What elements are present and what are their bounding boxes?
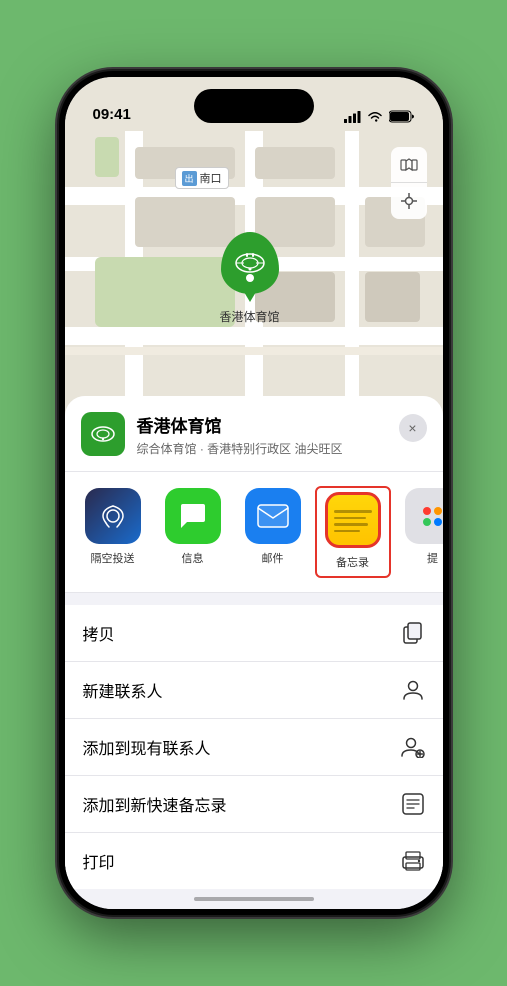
color-dots (423, 507, 442, 526)
venue-name: 香港体育馆 (137, 412, 387, 437)
location-name: 南口 (200, 170, 222, 186)
airdrop-label: 隔空投送 (91, 550, 135, 566)
phone-screen: 09:41 (65, 77, 443, 909)
share-item-notes[interactable]: 备忘录 (317, 488, 389, 576)
pin-dot (246, 274, 254, 282)
venue-pin[interactable]: 香港体育馆 (220, 232, 280, 325)
message-icon-bg (165, 488, 221, 544)
venue-info: 香港体育馆 综合体育馆 · 香港特别行政区 油尖旺区 (137, 412, 387, 457)
notes-lines (328, 502, 378, 538)
print-label: 打印 (83, 849, 115, 873)
quick-note-icon (401, 792, 425, 816)
venue-pin-label: 香港体育馆 (220, 308, 280, 325)
notes-label: 备忘录 (336, 554, 369, 570)
notes-line-1 (334, 510, 372, 513)
venue-header: 香港体育馆 综合体育馆 · 香港特别行政区 油尖旺区 × (65, 396, 443, 472)
notes-line-4 (334, 530, 361, 533)
copy-icon (401, 621, 425, 645)
quick-note-label: 添加到新快速备忘录 (83, 792, 227, 816)
action-list: 拷贝 新建联系人 (65, 605, 443, 889)
share-item-mail[interactable]: 邮件 (237, 488, 309, 576)
mail-icon-bg (245, 488, 301, 544)
location-button[interactable] (391, 183, 427, 219)
pin-icon-bg (221, 232, 279, 294)
person-add-icon (401, 735, 425, 759)
venue-logo (81, 412, 125, 456)
map-controls (391, 147, 427, 219)
action-add-existing[interactable]: 添加到现有联系人 (65, 719, 443, 776)
action-new-contact[interactable]: 新建联系人 (65, 662, 443, 719)
more-label: 提 (427, 550, 438, 566)
venue-description: 综合体育馆 · 香港特别行政区 油尖旺区 (137, 440, 387, 457)
action-quick-note[interactable]: 添加到新快速备忘录 (65, 776, 443, 833)
location-badge: 出 (182, 171, 197, 186)
action-copy[interactable]: 拷贝 (65, 605, 443, 662)
notes-line-3 (334, 523, 368, 526)
mail-label: 邮件 (262, 550, 284, 566)
location-label: 出 南口 (175, 167, 229, 189)
print-icon (401, 849, 425, 873)
map-type-button[interactable] (391, 147, 427, 183)
person-icon (401, 678, 425, 702)
new-contact-label: 新建联系人 (83, 678, 163, 702)
notes-icon-bg (325, 492, 381, 548)
dynamic-island (194, 89, 314, 123)
share-item-more[interactable]: 提 (397, 488, 443, 576)
message-label: 信息 (182, 550, 204, 566)
wifi-icon (367, 111, 383, 123)
notes-line-2 (334, 517, 366, 520)
status-time: 09:41 (93, 106, 131, 123)
action-print[interactable]: 打印 (65, 833, 443, 889)
battery-icon (389, 110, 415, 123)
share-item-airdrop[interactable]: 隔空投送 (77, 488, 149, 576)
copy-label: 拷贝 (83, 621, 115, 645)
signal-icon (344, 111, 361, 123)
share-row: 隔空投送 信息 (65, 472, 443, 593)
close-button[interactable]: × (399, 414, 427, 442)
phone-frame: 09:41 (59, 71, 449, 915)
home-indicator (194, 897, 314, 901)
more-icon-bg (405, 488, 443, 544)
airdrop-icon-bg (85, 488, 141, 544)
bottom-sheet: 香港体育馆 综合体育馆 · 香港特别行政区 油尖旺区 × (65, 396, 443, 909)
status-icons (344, 110, 415, 123)
add-existing-label: 添加到现有联系人 (83, 735, 211, 759)
share-item-message[interactable]: 信息 (157, 488, 229, 576)
